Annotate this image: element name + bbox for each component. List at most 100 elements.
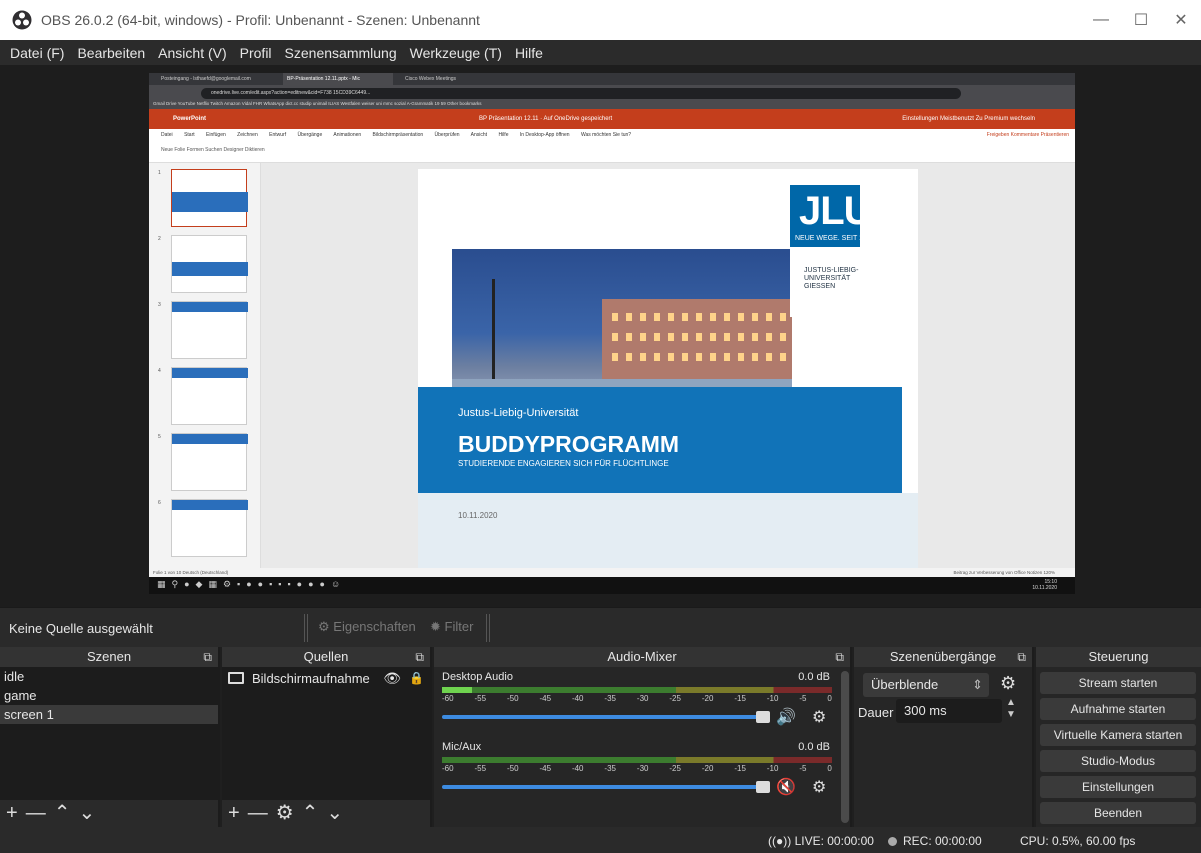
preview-canvas[interactable]: Posteingang - lsthaefd@googlemail.com BP… (149, 73, 1075, 594)
gear-icon[interactable]: ⚙ (812, 777, 826, 797)
start-stream-button[interactable]: Stream starten (1040, 672, 1196, 694)
gear-icon[interactable]: ⚙ (1000, 673, 1016, 694)
meter-tick: -50 (506, 764, 519, 773)
meter-tick: -45 (539, 694, 552, 703)
university-seal-name: JUSTUS-LIEBIG-UNIVERSITÄT GIESSEN (804, 267, 859, 290)
lock-icon[interactable]: 🔒 (409, 671, 424, 685)
monitor-icon (228, 672, 244, 684)
transition-select[interactable]: Überblende ⇕ (863, 673, 989, 697)
menu-view[interactable]: Ansicht (V) (158, 45, 226, 61)
meter-tick: -10 (766, 694, 779, 703)
meter-tick: -25 (669, 764, 681, 773)
meter-tick: -40 (571, 764, 584, 773)
start-recording-button[interactable]: Aufnahme starten (1040, 698, 1196, 720)
start-virtual-camera-button[interactable]: Virtuelle Kamera starten (1040, 724, 1196, 746)
scenes-list: idle game screen 1 (0, 667, 218, 800)
ribbon-tab: Überprüfen (434, 132, 460, 138)
slide-thumbnail: 5 (158, 433, 248, 491)
mixer-scrollbar[interactable] (840, 667, 850, 827)
undock-icon[interactable]: ⧉ (415, 647, 424, 667)
menu-edit[interactable]: Bearbeiten (77, 45, 145, 61)
undock-icon[interactable]: ⧉ (203, 647, 212, 667)
ribbon-tab: Bildschirmpräsentation (372, 132, 424, 138)
mixer-scrollbar-thumb[interactable] (841, 671, 849, 823)
close-icon[interactable]: ✕ (1161, 10, 1201, 30)
move-up-icon[interactable]: ⌃ (54, 802, 79, 824)
studio-mode-button[interactable]: Studio-Modus (1040, 750, 1196, 772)
jlu-logo: JLU NEUE WEGE. SEIT 1607. (790, 185, 877, 247)
menu-tools[interactable]: Werkzeuge (T) (410, 45, 502, 61)
move-down-icon[interactable]: ⌄ (78, 802, 103, 824)
remove-icon[interactable]: — (26, 802, 54, 824)
transitions-dock: Szenenübergänge ⧉ Überblende ⇕ ⚙ Dauer 300… (854, 647, 1034, 827)
menu-help[interactable]: Hilfe (515, 45, 543, 61)
move-down-icon[interactable]: ⌄ (326, 802, 351, 824)
transitions-title: Szenenübergänge ⧉ (854, 647, 1032, 667)
move-up-icon[interactable]: ⌃ (302, 802, 327, 824)
scene-item[interactable]: idle (0, 667, 218, 686)
meter-tick: -25 (669, 694, 681, 703)
slide-thumbnail: 4 (158, 367, 248, 425)
menu-profile[interactable]: Profil (240, 45, 272, 61)
volume-slider[interactable] (442, 785, 762, 789)
properties-button[interactable]: ⚙ Eigenschaften (318, 619, 416, 635)
undock-icon[interactable]: ⧉ (1017, 647, 1026, 667)
browser-tab-strip: Posteingang - lsthaefd@googlemail.com BP… (149, 73, 1075, 85)
volume-slider-handle[interactable] (756, 711, 770, 723)
exit-button[interactable]: Beenden (1040, 802, 1196, 824)
cpu-status: CPU: 0.5%, 60.00 fps (1020, 834, 1136, 848)
speaker-icon[interactable]: 🔊 (776, 707, 796, 727)
meter-tick: -40 (571, 694, 584, 703)
menu-scene-collection[interactable]: Szenensammlung (285, 45, 397, 61)
menu-file[interactable]: Datei (F) (10, 45, 64, 61)
ribbon-tab: Zeichnen (237, 132, 258, 138)
source-item[interactable]: Bildschirmaufnahme 👁 🔒 (222, 667, 430, 689)
slide-canvas: JLU NEUE WEGE. SEIT 1607. JUSTUS-LIEBIG-… (261, 163, 1075, 583)
channel-db: 0.0 dB (798, 741, 830, 753)
transitions-body: Überblende ⇕ ⚙ Dauer 300 ms ▲ ▼ (854, 667, 1032, 827)
volume-meter (442, 757, 832, 763)
powerpoint-header: PowerPoint BP Präsentation 12.11 · Auf O… (149, 109, 1075, 129)
building-shape (602, 299, 792, 379)
ribbon-tabs: Datei Start Einfügen Zeichnen Entwurf Üb… (161, 132, 641, 138)
gear-icon[interactable]: ⚙ (276, 802, 302, 824)
slide-thumbnails: 1 2 3 4 5 6 (149, 163, 261, 583)
university-seal: JUSTUS-LIEBIG-UNIVERSITÄT GIESSEN (790, 247, 860, 317)
meter-tick: -30 (636, 694, 649, 703)
sources-list: Bildschirmaufnahme 👁 🔒 (222, 667, 430, 800)
meter-tick: -10 (766, 764, 779, 773)
volume-slider-handle[interactable] (756, 781, 770, 793)
muted-speaker-icon[interactable]: 🔇 (776, 777, 796, 797)
meter-tick: -20 (701, 764, 714, 773)
source-label: Bildschirmaufnahme (252, 670, 370, 686)
obs-logo-icon (12, 10, 32, 30)
controls-title: Steuerung (1036, 647, 1201, 667)
scene-item-selected[interactable]: screen 1 (0, 705, 218, 724)
meter-tick: 0 (827, 694, 832, 703)
maximize-icon[interactable]: ☐ (1121, 10, 1161, 30)
filter-button[interactable]: ✹ Filter (430, 619, 473, 635)
visibility-eye-icon[interactable]: 👁 (383, 670, 401, 687)
scene-item[interactable]: game (0, 686, 218, 705)
settings-button[interactable]: Einstellungen (1040, 776, 1196, 798)
browser-tab: Posteingang - lsthaefd@googlemail.com (161, 76, 251, 82)
remove-icon[interactable]: — (248, 802, 276, 824)
meter-tick: -55 (474, 694, 487, 703)
undock-icon[interactable]: ⧉ (835, 647, 844, 667)
meter-ticks: -60 -55 -50 -45 -40 -35 -30 -25 -20 -15 -10 -5 0 (442, 764, 832, 776)
mixer-channel: Mic/Aux 0.0 dB -60 -55 -50 -45 -40 -35 -30 -25-… (442, 737, 832, 803)
volume-meter (442, 687, 832, 693)
taskbar-date: 10.11.2020 (1032, 585, 1057, 591)
add-icon[interactable]: + (228, 802, 248, 824)
slide: JLU NEUE WEGE. SEIT 1607. JUSTUS-LIEBIG-… (418, 169, 918, 569)
duration-input[interactable]: 300 ms (896, 699, 1002, 723)
ribbon-tab: Hilfe (498, 132, 509, 138)
powerpoint-header-right: Einstellungen Meistbenutzt Zu Premium we… (902, 116, 1035, 122)
duration-spinner-icon[interactable]: ▲ ▼ (1006, 697, 1016, 721)
volume-slider[interactable] (442, 715, 762, 719)
gear-icon[interactable]: ⚙ (812, 707, 826, 727)
minimize-icon[interactable]: — (1081, 11, 1121, 29)
meter-tick: -60 (442, 764, 454, 773)
sources-title-label: Quellen (303, 649, 349, 664)
add-icon[interactable]: + (6, 802, 26, 824)
